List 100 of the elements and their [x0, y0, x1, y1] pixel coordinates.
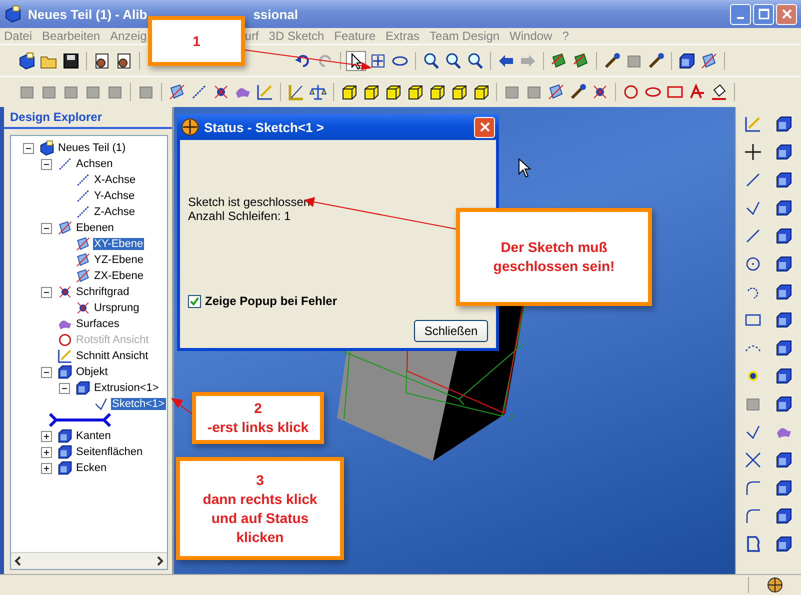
expander-toggle[interactable] — [41, 222, 52, 234]
expander-toggle[interactable] — [41, 158, 52, 170]
expander-toggle[interactable] — [41, 286, 52, 298]
close-button[interactable] — [776, 4, 797, 24]
compass-icon — [767, 577, 783, 593]
document-icon[interactable] — [115, 52, 133, 70]
scale-icon[interactable] — [309, 83, 327, 101]
scrollbar[interactable] — [11, 552, 167, 569]
tree-item[interactable]: XY-Ebene — [93, 238, 144, 250]
maximize-icon — [758, 8, 770, 20]
maximize-button[interactable] — [753, 4, 774, 24]
zoom-icon[interactable] — [466, 52, 484, 70]
window-title: ssional — [253, 6, 298, 22]
cube-icon[interactable] — [406, 83, 424, 101]
cube-icon[interactable] — [362, 83, 380, 101]
solid-icon[interactable] — [775, 535, 794, 553]
expander-toggle[interactable] — [41, 366, 52, 378]
tree-item[interactable]: X-Achse — [93, 174, 137, 186]
solid-icon[interactable] — [775, 283, 794, 301]
solid-icon[interactable] — [775, 311, 794, 329]
cube-icon[interactable] — [450, 83, 468, 101]
cube-icon[interactable] — [384, 83, 402, 101]
tree-item[interactable]: Kanten — [75, 430, 112, 442]
solid-icon[interactable] — [775, 115, 794, 133]
edges-icon — [57, 428, 73, 444]
crosshair-icon[interactable] — [744, 143, 762, 161]
solid-icon[interactable] — [775, 367, 794, 385]
circle-icon[interactable] — [622, 83, 640, 101]
plane-icon — [75, 268, 91, 284]
cube-icon[interactable] — [340, 83, 358, 101]
faces-icon — [57, 444, 73, 460]
checkmark-icon — [189, 296, 200, 306]
axis-icon — [75, 188, 91, 204]
section-icon — [57, 348, 73, 364]
expander-toggle[interactable] — [41, 430, 52, 442]
solid-icon[interactable] — [775, 143, 794, 161]
origin-icon[interactable] — [212, 83, 230, 101]
callout-text: Der Sketch muß geschlossen sein! — [493, 238, 615, 276]
expander-toggle[interactable] — [41, 462, 52, 474]
minimize-button[interactable] — [730, 4, 751, 24]
part-icon[interactable] — [18, 52, 36, 70]
fillet-icon[interactable] — [744, 479, 762, 497]
zoom-icon[interactable] — [422, 52, 440, 70]
solid-icon[interactable] — [775, 395, 794, 413]
insert-marker-drawing — [49, 413, 111, 427]
part-icon — [39, 140, 55, 156]
cross-icon[interactable] — [744, 451, 762, 469]
tree-item[interactable]: Ecken — [75, 462, 108, 474]
solid-icon[interactable] — [775, 255, 794, 273]
cube-icon[interactable] — [428, 83, 446, 101]
solid-icon[interactable] — [775, 339, 794, 357]
body-icon — [75, 380, 91, 396]
tree-item[interactable]: Neues Teil (1) — [57, 142, 127, 154]
close-dialog-button[interactable]: Schließen — [414, 320, 488, 342]
expander-toggle[interactable] — [23, 142, 34, 154]
fillet-icon[interactable] — [744, 507, 762, 525]
tree-item[interactable]: Sketch<1> — [111, 398, 166, 410]
document-icon[interactable] — [93, 52, 111, 70]
fill-icon[interactable] — [710, 83, 728, 101]
zoom-icon[interactable] — [444, 52, 462, 70]
solid-icon[interactable] — [775, 171, 794, 189]
sketch-tool-icon[interactable] — [688, 83, 706, 101]
plane-icon[interactable] — [572, 52, 590, 70]
plane-icon[interactable] — [700, 52, 718, 70]
ruler-icon[interactable] — [287, 83, 305, 101]
plane-icon[interactable] — [547, 83, 565, 101]
tree-item[interactable]: Surfaces — [75, 318, 120, 330]
solid-icon[interactable] — [775, 479, 794, 497]
solid-icon[interactable] — [775, 199, 794, 217]
checkbox-label: Zeige Popup bei Fehler — [205, 294, 338, 308]
solid-icon[interactable] — [775, 227, 794, 245]
tree-item[interactable]: Extrusion<1> — [93, 382, 160, 394]
expander-toggle[interactable] — [59, 382, 70, 394]
tree-item[interactable]: YZ-Ebene — [93, 254, 145, 266]
tree-item[interactable]: Schnitt Ansicht — [75, 350, 150, 362]
tree-item[interactable]: Objekt — [75, 366, 109, 378]
tree-item[interactable]: Z-Achse — [93, 206, 136, 218]
move-icon[interactable] — [369, 52, 387, 70]
checkbox[interactable] — [188, 294, 201, 308]
plane-icon[interactable] — [550, 52, 568, 70]
cube-icon[interactable] — [472, 83, 490, 101]
tree-item[interactable]: Achsen — [75, 158, 114, 170]
tree-item[interactable]: ZX-Ebene — [93, 270, 145, 282]
origin-icon[interactable] — [591, 83, 609, 101]
expander-toggle[interactable] — [41, 446, 52, 458]
plane-icon[interactable] — [168, 83, 186, 101]
axis-icon[interactable] — [190, 83, 208, 101]
circle-icon[interactable] — [744, 255, 762, 273]
solid-icon[interactable] — [678, 52, 696, 70]
plus-icon — [42, 464, 51, 472]
axis-icon — [75, 204, 91, 220]
solid-icon[interactable] — [775, 507, 794, 525]
tree-item[interactable]: Y-Achse — [93, 190, 136, 202]
tree-item[interactable]: Ursprung — [93, 302, 140, 314]
tree-item[interactable]: Ebenen — [75, 222, 115, 234]
pointer-arrow — [171, 398, 192, 414]
solid-icon[interactable] — [775, 451, 794, 469]
tree-item[interactable]: Schriftgrad — [75, 286, 130, 298]
close-button[interactable] — [474, 116, 495, 138]
tree-item[interactable]: Seitenflächen — [75, 446, 144, 458]
